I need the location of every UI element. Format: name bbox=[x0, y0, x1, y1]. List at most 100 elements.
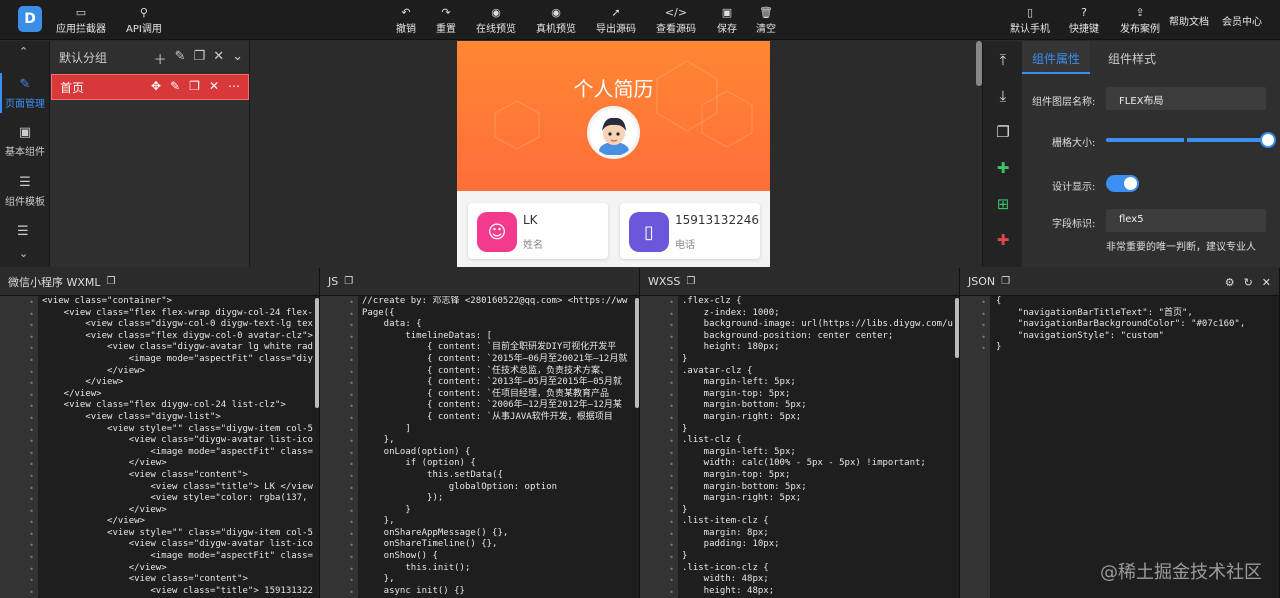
view-source-button[interactable]: </> 查看源码 bbox=[656, 6, 696, 35]
publish-icon: ⇪ bbox=[1135, 6, 1145, 19]
component-icon: ▣ bbox=[18, 125, 32, 140]
header-banner[interactable]: 个人简历 bbox=[457, 41, 770, 191]
online-preview-button[interactable]: ◉ 在线预览 bbox=[476, 6, 516, 35]
copy-icon[interactable]: ❐ bbox=[993, 123, 1013, 141]
refresh-icon[interactable]: ↻ bbox=[1244, 276, 1253, 289]
nav-down-icon[interactable]: ⌄ bbox=[19, 247, 28, 260]
code-line: data: { bbox=[362, 319, 422, 330]
nav-component-templates[interactable]: ☰ 组件模板 bbox=[0, 175, 50, 208]
wxss-scrollbar[interactable] bbox=[955, 298, 959, 358]
upload-icon[interactable]: ⤒ bbox=[993, 51, 1013, 69]
clear-button[interactable]: 🗑 清空 bbox=[756, 6, 776, 35]
copy-icon[interactable]: ❐ bbox=[686, 276, 695, 287]
js-title: JS bbox=[328, 275, 339, 288]
line-number: • bbox=[669, 437, 674, 447]
line-number: • bbox=[29, 367, 34, 377]
api-call-button[interactable]: ⚲ API调用 bbox=[126, 6, 162, 35]
code-line: </view> bbox=[42, 562, 167, 573]
phone-preview: 个人简历 ☺ LK 姓名 ▯ 15913132246 电话 bbox=[457, 41, 770, 267]
add-icon[interactable]: ＋ bbox=[154, 49, 167, 68]
line-number: • bbox=[669, 367, 674, 377]
line-number: • bbox=[349, 437, 354, 447]
avatar bbox=[587, 106, 640, 159]
wxml-code[interactable]: <view class="container"> <view class="fl… bbox=[40, 296, 319, 598]
phone-card[interactable]: ▯ 15913132246 电话 bbox=[620, 203, 760, 259]
undo-button[interactable]: ↶ 撤销 bbox=[396, 6, 416, 35]
code-line: margin-left: 5px; bbox=[682, 377, 796, 388]
tab-component-style[interactable]: 组件样式 bbox=[1098, 41, 1166, 74]
design-show-toggle[interactable] bbox=[1106, 175, 1139, 192]
app-logo[interactable]: D bbox=[18, 6, 42, 32]
nav-basic-components[interactable]: ▣ 基本组件 bbox=[0, 125, 50, 158]
close-icon[interactable]: ✕ bbox=[209, 79, 219, 93]
js-panel-header: JS ❐ bbox=[320, 268, 639, 296]
code-line: margin-bottom: 5px; bbox=[682, 400, 807, 411]
code-line: }, bbox=[362, 574, 395, 585]
layer-name-field[interactable]: FLEX布局 bbox=[1106, 87, 1266, 110]
redo-button[interactable]: ↷ 重置 bbox=[436, 6, 456, 35]
add-file-icon[interactable]: ⊞ bbox=[993, 195, 1013, 213]
code-line: { content: `任技术总监，负责技术方案、 bbox=[362, 365, 610, 376]
export-source-button[interactable]: ➚ 导出源码 bbox=[596, 6, 636, 35]
code-line: <image mode="aspectFit" class= bbox=[42, 446, 313, 457]
edit-icon[interactable]: ✎ bbox=[170, 79, 180, 93]
device-preview-button[interactable]: ◉ 真机预览 bbox=[536, 6, 576, 35]
code-line: <view class="container"> bbox=[42, 296, 173, 306]
save-button[interactable]: ▣ 保存 bbox=[717, 6, 737, 35]
page-item-home[interactable]: 首页 ✥ ✎ ❐ ✕ ⋯ bbox=[51, 74, 249, 100]
line-number: • bbox=[29, 355, 34, 365]
js-code[interactable]: //create by: 邓志锋 <280160522@qq.com> <htt… bbox=[360, 296, 639, 598]
nav-page-manage[interactable]: ✎ 页面管理 bbox=[0, 73, 50, 113]
field-id-label: 字段标识: bbox=[1052, 219, 1096, 230]
save-label: 保存 bbox=[717, 24, 737, 35]
download-icon[interactable]: ⤓ bbox=[993, 87, 1013, 105]
help-docs-link[interactable]: 帮助文档 bbox=[1169, 13, 1209, 28]
copy-icon[interactable]: ❐ bbox=[344, 276, 353, 287]
json-panel: JSON ❐ ⚙ ↻ ✕ • • • • • { "navigationBarTitle… bbox=[960, 268, 1280, 598]
default-phone-button[interactable]: ▯ 默认手机 bbox=[1010, 6, 1050, 35]
nav-up-icon[interactable]: ⌃ bbox=[19, 45, 28, 58]
copy-icon[interactable]: ❐ bbox=[189, 79, 200, 93]
code-line: <view class="diygw-avatar list-ico bbox=[42, 539, 313, 550]
line-gutter: • • • • • • • • • • • • • • • • • • • • • • • • • • bbox=[0, 296, 38, 598]
code-line: Page({ bbox=[362, 307, 395, 318]
database-icon[interactable]: ☰ bbox=[17, 224, 29, 239]
wxss-code[interactable]: .flex-clz { z-index: 1000; background-im… bbox=[680, 296, 959, 598]
edit-icon[interactable]: ✎ bbox=[175, 49, 186, 68]
line-number: • bbox=[669, 448, 674, 458]
field-id-field[interactable]: flex5 bbox=[1106, 209, 1266, 232]
wxss-title: WXSS bbox=[648, 275, 681, 288]
move-icon[interactable]: ✥ bbox=[151, 79, 161, 93]
publish-case-button[interactable]: ⇪ 发布案例 bbox=[1120, 6, 1160, 35]
json-code[interactable]: { "navigationBarTitleText": "首页", "navig… bbox=[994, 296, 1279, 598]
chevron-down-icon[interactable]: ⌄ bbox=[232, 49, 243, 68]
copy-icon[interactable]: ❐ bbox=[1001, 276, 1010, 287]
close-icon[interactable]: ✕ bbox=[213, 49, 224, 68]
more-icon[interactable]: ⋯ bbox=[228, 79, 240, 93]
remove-plugin-icon[interactable]: ✚ bbox=[993, 231, 1013, 249]
line-number: • bbox=[349, 576, 354, 586]
member-center-link[interactable]: 会员中心 bbox=[1222, 13, 1262, 28]
grid-size-slider[interactable] bbox=[1106, 132, 1276, 148]
copy-icon[interactable]: ❐ bbox=[107, 276, 116, 287]
trash-icon: 🗑 bbox=[759, 6, 773, 19]
plugin-icon[interactable]: ✚ bbox=[993, 159, 1013, 177]
line-number: • bbox=[669, 495, 674, 505]
line-number: • bbox=[29, 541, 34, 551]
shortcut-button[interactable]: ? 快捷键 bbox=[1069, 6, 1099, 35]
phone-icon: ▯ bbox=[629, 212, 669, 252]
app-interceptor-button[interactable]: ▭ 应用拦截器 bbox=[56, 6, 106, 35]
close-icon[interactable]: ✕ bbox=[1262, 276, 1271, 289]
line-number: • bbox=[669, 309, 674, 319]
code-line: <view class="content"> bbox=[42, 469, 248, 480]
wxml-scrollbar[interactable] bbox=[315, 298, 319, 408]
code-line: height: 180px; bbox=[682, 342, 780, 353]
line-number: • bbox=[349, 390, 354, 400]
line-number: • bbox=[349, 471, 354, 481]
copy-icon[interactable]: ❐ bbox=[194, 49, 206, 68]
slider-knob[interactable] bbox=[1260, 132, 1276, 148]
gear-icon[interactable]: ⚙ bbox=[1225, 276, 1235, 289]
tab-component-props[interactable]: 组件属性 bbox=[1022, 41, 1091, 74]
name-card[interactable]: ☺ LK 姓名 bbox=[468, 203, 608, 259]
js-scrollbar[interactable] bbox=[635, 298, 639, 408]
